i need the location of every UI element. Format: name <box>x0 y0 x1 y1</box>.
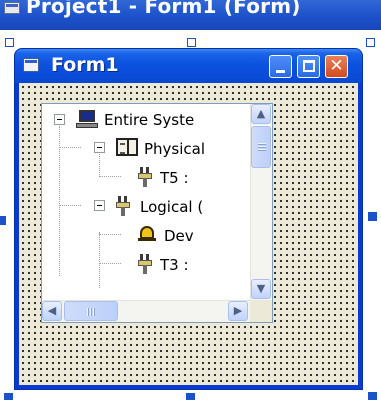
tree-node-t5[interactable]: T5 : <box>42 166 250 192</box>
tree-node-t3[interactable]: T3 : <box>42 253 250 279</box>
form1-client-area[interactable]: Entire Syste Physical T5 : Logical (Dev… <box>19 83 358 385</box>
tree-node-label: Physical <box>144 140 206 158</box>
form1-window[interactable]: Form1 ✕ Entire Syste Physical T5: Logic… <box>14 48 363 390</box>
book-icon <box>116 138 138 156</box>
designer-titlebar: Project1 - Form1 (Form) <box>0 0 381 30</box>
plug-icon <box>116 196 136 216</box>
horizontal-scrollbar[interactable]: ◀ ▶ <box>42 300 250 322</box>
resize-handle-top-center <box>187 38 196 47</box>
form1-title: Form1 <box>51 54 119 76</box>
scroll-right-button[interactable]: ▶ <box>228 301 248 321</box>
tree-node-label: Entire Syste <box>104 111 195 129</box>
resize-handle-top-left <box>5 38 14 47</box>
tree-node-physical[interactable]: Physical <box>42 137 250 163</box>
form-designer-icon <box>4 2 20 14</box>
chevron-up-icon: ▲ <box>256 107 266 120</box>
tree-node-logical[interactable]: Logical ( <box>42 195 250 221</box>
close-icon: ✕ <box>329 56 344 76</box>
tree-node-label: T3 : <box>160 256 189 274</box>
collapse-toggle[interactable] <box>54 114 65 125</box>
computer-icon <box>76 110 98 130</box>
tree-node-label: Logical ( <box>140 198 204 216</box>
bell-icon <box>138 225 156 243</box>
tree-node-label: T5 : <box>160 169 189 187</box>
collapse-toggle[interactable] <box>94 200 105 211</box>
grip-icon <box>87 308 96 316</box>
plug-icon <box>138 167 158 187</box>
vertical-scrollbar[interactable]: ▲ ▼ <box>250 104 272 300</box>
chevron-down-icon: ▼ <box>256 282 266 295</box>
resize-handle-top-right <box>366 38 375 47</box>
scroll-left-button[interactable]: ◀ <box>42 301 62 321</box>
scrollbar-corner <box>250 300 272 322</box>
treeview-control[interactable]: Entire Syste Physical T5 : Logical (Dev… <box>41 103 273 323</box>
chevron-right-icon: ▶ <box>233 304 243 317</box>
minimize-icon <box>276 70 285 73</box>
maximize-icon <box>303 60 315 72</box>
form1-titlebar[interactable]: Form1 ✕ <box>15 49 362 83</box>
resize-handle-middle-right[interactable] <box>368 212 377 221</box>
resize-handle-bottom-left[interactable] <box>4 393 13 400</box>
resize-handle-bottom-center[interactable] <box>186 393 195 400</box>
chevron-left-icon: ◀ <box>47 304 57 317</box>
resize-handle-bottom-right[interactable] <box>368 392 377 400</box>
close-button[interactable]: ✕ <box>325 55 348 78</box>
tree-node-label: Dev <box>164 227 194 245</box>
horizontal-scroll-thumb[interactable] <box>64 301 118 321</box>
tree-node-dev[interactable]: Dev <box>42 224 250 250</box>
scroll-down-button[interactable]: ▼ <box>251 279 271 299</box>
designer-title: Project1 - Form1 (Form) <box>26 0 301 18</box>
vertical-scroll-thumb[interactable] <box>251 126 271 168</box>
tree-content[interactable]: Entire Syste Physical T5 : Logical (Dev… <box>42 104 250 300</box>
minimize-button[interactable] <box>269 55 292 78</box>
scroll-up-button[interactable]: ▲ <box>251 104 271 124</box>
form-icon <box>23 58 39 72</box>
resize-handle-middle-left[interactable] <box>0 216 6 225</box>
grip-icon <box>258 143 266 152</box>
plug-icon <box>138 254 158 274</box>
tree-node-entire-system[interactable]: Entire Syste <box>42 108 250 134</box>
collapse-toggle[interactable] <box>94 142 105 153</box>
maximize-button[interactable] <box>297 55 320 78</box>
